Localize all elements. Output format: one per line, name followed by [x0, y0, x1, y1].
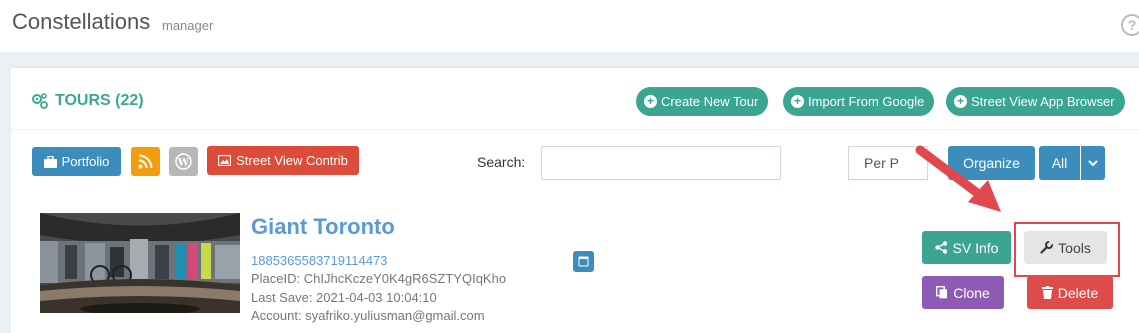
panorama-thumbnail-image — [40, 213, 240, 313]
sv-info-label: SV Info — [952, 239, 999, 256]
window-icon — [578, 256, 589, 267]
svg-text:W: W — [177, 158, 190, 169]
create-new-tour-label: Create New Tour — [661, 94, 759, 109]
tours-title: TOURS (22) — [31, 92, 144, 110]
delete-label: Delete — [1057, 284, 1099, 301]
all-filter-dropdown-toggle[interactable] — [1081, 146, 1105, 180]
tools-button[interactable]: Tools — [1024, 231, 1107, 264]
annotation-arrow-icon — [915, 145, 1001, 212]
tour-id-link[interactable]: 1885365583719114473 — [251, 253, 387, 268]
tour-window-button[interactable] — [573, 251, 594, 272]
create-new-tour-button[interactable]: + Create New Tour — [636, 87, 769, 116]
tour-thumbnail[interactable] — [40, 213, 240, 313]
page-title: Constellations — [12, 9, 151, 34]
street-view-contrib-button[interactable]: Street View Contrib — [207, 146, 359, 175]
tour-last-save: Last Save: 2021-04-03 10:04:10 — [251, 290, 437, 305]
wrench-icon — [1040, 241, 1054, 254]
tools-label: Tools — [1058, 239, 1091, 256]
delete-button[interactable]: Delete — [1027, 276, 1113, 309]
wordpress-icon: W — [175, 153, 192, 170]
plus-circle-icon: + — [954, 95, 967, 108]
import-from-google-label: Import From Google — [808, 94, 925, 109]
tour-name-link[interactable]: Giant Toronto — [251, 214, 395, 240]
portfolio-label: Portfolio — [61, 154, 110, 169]
plus-circle-icon: + — [791, 95, 804, 108]
rss-icon — [138, 154, 153, 169]
page-header: Constellations manager ? — [0, 0, 1139, 52]
page-subtitle: manager — [162, 18, 214, 33]
import-from-google-button[interactable]: + Import From Google — [783, 87, 935, 116]
chevron-down-icon — [1088, 159, 1098, 166]
portfolio-button[interactable]: Portfolio — [32, 147, 121, 176]
clone-label: Clone — [953, 284, 990, 301]
search-input[interactable] — [541, 146, 781, 180]
tours-box-header: TOURS (22) + Create New Tour + Import Fr… — [11, 68, 1139, 130]
plus-circle-icon: + — [644, 95, 657, 108]
wordpress-button[interactable]: W — [169, 147, 198, 176]
gears-icon — [32, 93, 48, 109]
tours-title-label: TOURS (22) — [55, 92, 144, 109]
tour-place-id: PlaceID: ChIJhcKczeY0K4gR6SZTYQIqKho — [251, 271, 507, 286]
copy-icon — [936, 286, 948, 299]
sv-info-button[interactable]: SV Info — [922, 231, 1011, 264]
tour-account: Account: syafriko.yuliusman@gmail.com — [251, 308, 485, 323]
image-icon — [218, 155, 232, 166]
help-icon[interactable]: ? — [1121, 14, 1139, 36]
street-view-app-browser-label: Street View App Browser — [971, 94, 1115, 109]
share-icon — [934, 241, 947, 254]
trash-icon — [1041, 286, 1053, 299]
clone-button[interactable]: Clone — [922, 276, 1004, 309]
all-filter-label: All — [1051, 155, 1068, 171]
search-label: Search: — [477, 154, 526, 170]
briefcase-icon — [43, 155, 57, 168]
street-view-contrib-label: Street View Contrib — [236, 153, 348, 168]
all-filter-button[interactable]: All — [1039, 146, 1080, 180]
street-view-app-browser-button[interactable]: + Street View App Browser — [946, 87, 1125, 116]
rss-button[interactable] — [131, 147, 160, 176]
